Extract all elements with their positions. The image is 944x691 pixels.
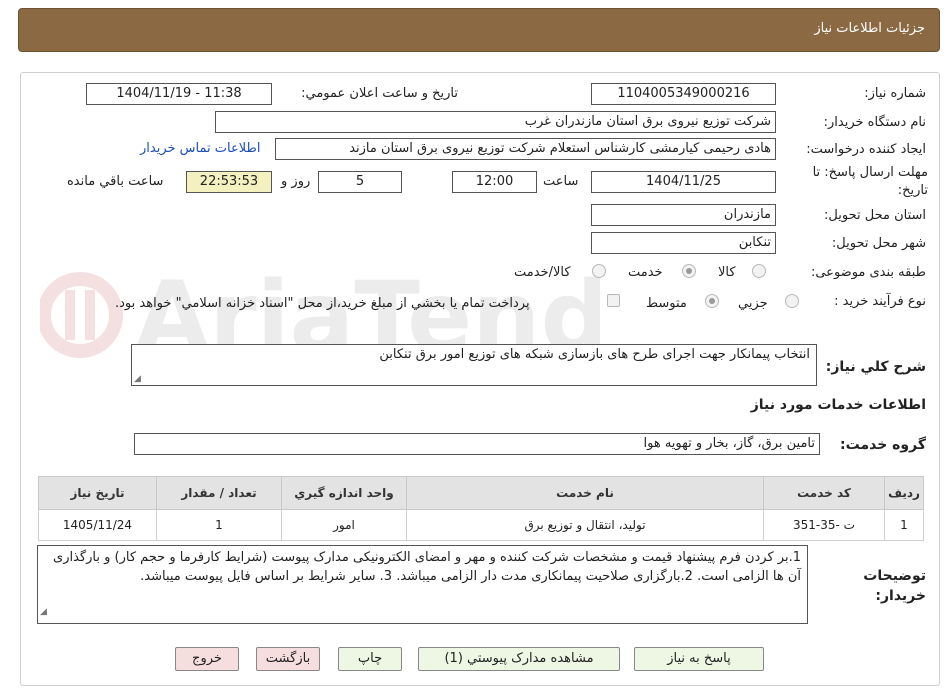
requester-label: ایجاد کننده درخواست: bbox=[806, 142, 926, 157]
deadline-label: مهلت ارسال پاسخ: تا تاریخ: bbox=[812, 165, 928, 198]
col-header-row-number: رديف bbox=[884, 476, 924, 510]
process-option-medium: متوسط bbox=[646, 296, 687, 311]
buyer-org-field[interactable]: شرکت توزیع نیروی برق استان مازندران غرب bbox=[215, 111, 776, 133]
process-radio-medium[interactable] bbox=[705, 294, 719, 308]
table-header-row: رديف كد خدمت نام خدمت واحد اندازه گيري ت… bbox=[38, 476, 924, 510]
category-option-goods: کالا bbox=[718, 265, 736, 280]
table-row[interactable]: 1 ت -35-351 تولید، انتقال و توزیع برق ام… bbox=[38, 509, 924, 541]
buyer-contact-link[interactable]: اطلاعات تماس خريدار bbox=[140, 141, 260, 156]
deadline-time-field[interactable]: 12:00 bbox=[452, 171, 537, 193]
description-label: شرح كلي نياز: bbox=[825, 359, 926, 375]
announce-datetime-field[interactable]: 1404/11/19 - 11:38 bbox=[86, 83, 272, 105]
back-button[interactable]: بازگشت bbox=[256, 647, 320, 671]
services-section-title: اطلاعات خدمات مورد نياز bbox=[750, 397, 926, 413]
city-label: شهر محل تحويل: bbox=[831, 236, 926, 251]
resize-grip-icon[interactable]: ◢ bbox=[134, 374, 141, 384]
category-label: طبقه بندی موضوعی: bbox=[810, 265, 926, 280]
province-field[interactable]: مازندران bbox=[591, 204, 776, 226]
service-group-label: گروه خدمت: bbox=[840, 437, 926, 453]
col-header-service-name: نام خدمت bbox=[406, 476, 764, 510]
category-radio-goods-service[interactable] bbox=[592, 264, 606, 278]
city-field[interactable]: تنکابن bbox=[591, 232, 776, 254]
buyer-notes-label: توضيحات خريدار: bbox=[863, 568, 926, 604]
category-radio-service[interactable] bbox=[682, 264, 696, 278]
view-attachments-button[interactable]: مشاهده مدارک پيوستي (1) bbox=[418, 647, 620, 671]
description-text: انتخاب پیمانکار جهت اجرای طرح های بازساز… bbox=[379, 347, 810, 362]
category-radio-goods[interactable] bbox=[752, 264, 766, 278]
cell-need-date: 1405/11/24 bbox=[38, 509, 157, 541]
cell-service-code: ت -35-351 bbox=[763, 509, 885, 541]
exit-button[interactable]: خروج bbox=[175, 647, 239, 671]
reply-button[interactable]: پاسخ به نياز bbox=[634, 647, 764, 671]
col-header-unit: واحد اندازه گيري bbox=[281, 476, 407, 510]
treasury-payment-note: پرداخت تمام يا بخشي از مبلغ خريد،از محل … bbox=[115, 296, 530, 311]
need-number-label: شماره نیاز: bbox=[864, 86, 926, 101]
remaining-time-field: 22:53:53 bbox=[186, 171, 272, 193]
category-option-service: خدمت bbox=[628, 265, 663, 280]
cell-row-number: 1 bbox=[884, 509, 924, 541]
cell-service-name: تولید، انتقال و توزیع برق bbox=[406, 509, 764, 541]
category-option-goods-service: کالا/خدمت bbox=[514, 265, 571, 280]
col-header-quantity: تعداد / مقدار bbox=[156, 476, 282, 510]
service-group-field[interactable]: تامین برق، گاز، بخار و تهویه هوا bbox=[134, 433, 820, 455]
process-radio-minor[interactable] bbox=[785, 294, 799, 308]
col-header-service-code: كد خدمت bbox=[763, 476, 885, 510]
treasury-payment-checkbox[interactable] bbox=[607, 294, 620, 307]
process-option-minor: جزيي bbox=[738, 296, 768, 311]
cell-quantity: 1 bbox=[156, 509, 282, 541]
need-number-field[interactable]: 1104005349000216 bbox=[591, 83, 776, 105]
process-label: نوع فرآيند خريد : bbox=[834, 294, 926, 309]
remaining-time-label: ساعت باقي مانده bbox=[67, 174, 164, 189]
requester-field[interactable]: هادی رحیمی کیارمشی کارشناس استعلام شرکت … bbox=[275, 138, 776, 160]
description-textarea[interactable]: انتخاب پیمانکار جهت اجرای طرح های بازساز… bbox=[131, 344, 817, 386]
buyer-notes-text: 1.بر کردن فرم پیشنهاد قیمت و مشخصات شرکت… bbox=[53, 550, 801, 584]
buyer-org-label: نام دستگاه خريدار: bbox=[823, 115, 926, 130]
province-label: استان محل تحويل: bbox=[824, 208, 926, 223]
col-header-need-date: تاريخ نياز bbox=[38, 476, 157, 510]
cell-unit: امور bbox=[281, 509, 407, 541]
services-table: رديف كد خدمت نام خدمت واحد اندازه گيري ت… bbox=[38, 476, 924, 541]
page-header: جزئیات اطلاعات نیاز bbox=[18, 8, 940, 52]
print-button[interactable]: چاپ bbox=[338, 647, 402, 671]
deadline-time-label: ساعت bbox=[543, 174, 579, 189]
deadline-date-field[interactable]: 1404/11/25 bbox=[591, 171, 776, 193]
days-field[interactable]: 5 bbox=[318, 171, 402, 193]
buyer-notes-textarea[interactable]: 1.بر کردن فرم پیشنهاد قیمت و مشخصات شرکت… bbox=[37, 545, 808, 624]
announce-label: تاریخ و ساعت اعلان عمومي: bbox=[301, 86, 458, 101]
days-label: روز و bbox=[281, 174, 311, 189]
page-title: جزئیات اطلاعات نیاز bbox=[814, 21, 925, 36]
resize-grip-icon[interactable]: ◢ bbox=[40, 603, 47, 622]
